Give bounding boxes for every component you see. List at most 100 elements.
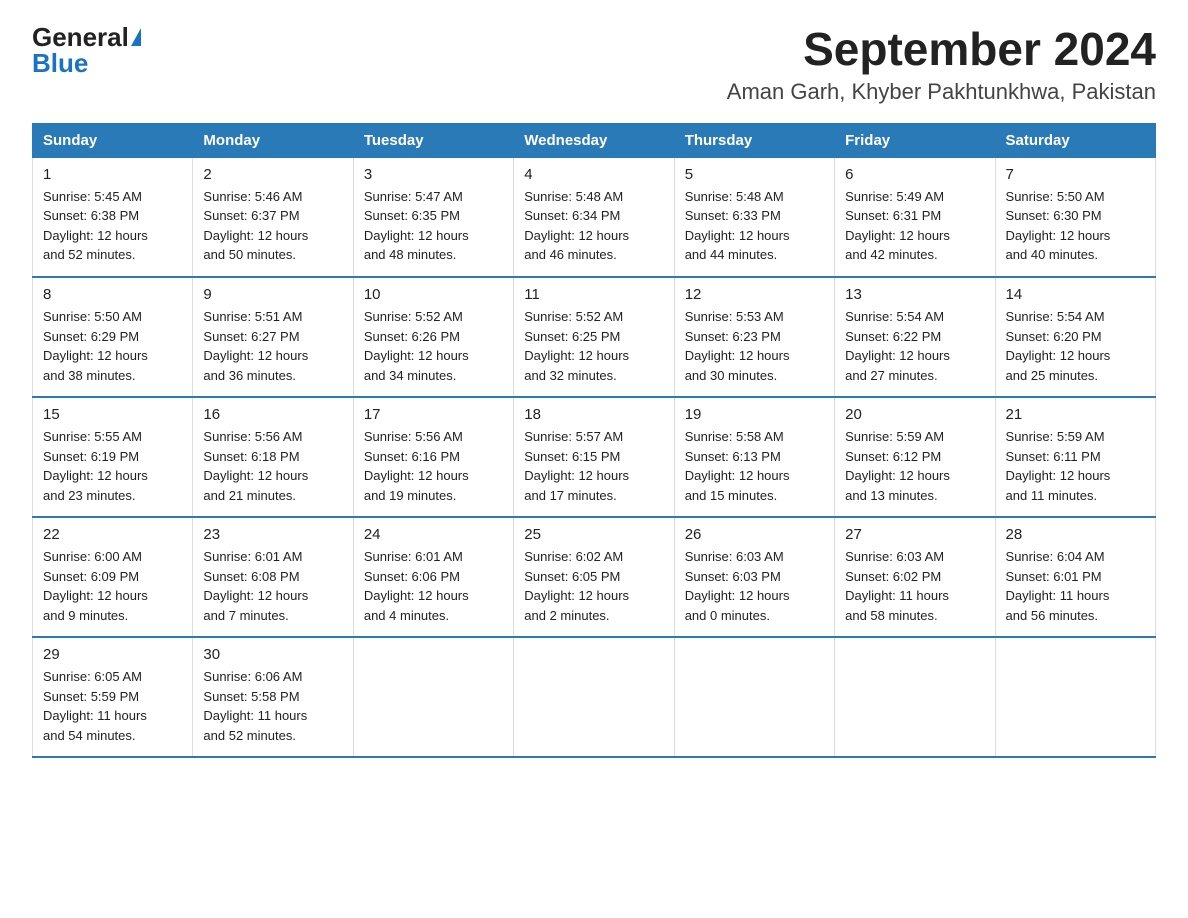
calendar-cell: 17 Sunrise: 5:56 AMSunset: 6:16 PMDaylig… — [353, 397, 513, 517]
calendar-cell: 19 Sunrise: 5:58 AMSunset: 6:13 PMDaylig… — [674, 397, 834, 517]
day-info: Sunrise: 5:59 AMSunset: 6:11 PMDaylight:… — [1006, 427, 1145, 505]
day-info: Sunrise: 5:47 AMSunset: 6:35 PMDaylight:… — [364, 187, 503, 265]
col-sunday: Sunday — [33, 123, 193, 157]
day-number: 23 — [203, 526, 342, 543]
calendar-cell: 29 Sunrise: 6:05 AMSunset: 5:59 PMDaylig… — [33, 637, 193, 757]
day-number: 20 — [845, 406, 984, 423]
calendar-week-row: 8 Sunrise: 5:50 AMSunset: 6:29 PMDayligh… — [33, 277, 1156, 397]
calendar-cell: 24 Sunrise: 6:01 AMSunset: 6:06 PMDaylig… — [353, 517, 513, 637]
day-info: Sunrise: 5:54 AMSunset: 6:20 PMDaylight:… — [1006, 307, 1145, 385]
day-number: 22 — [43, 526, 182, 543]
col-saturday: Saturday — [995, 123, 1155, 157]
calendar-cell: 10 Sunrise: 5:52 AMSunset: 6:26 PMDaylig… — [353, 277, 513, 397]
day-number: 4 — [524, 166, 663, 183]
day-info: Sunrise: 5:46 AMSunset: 6:37 PMDaylight:… — [203, 187, 342, 265]
calendar-cell — [835, 637, 995, 757]
calendar-cell: 6 Sunrise: 5:49 AMSunset: 6:31 PMDayligh… — [835, 157, 995, 277]
logo-blue: Blue — [32, 50, 88, 76]
day-number: 17 — [364, 406, 503, 423]
day-number: 8 — [43, 286, 182, 303]
calendar-cell — [995, 637, 1155, 757]
calendar-cell: 2 Sunrise: 5:46 AMSunset: 6:37 PMDayligh… — [193, 157, 353, 277]
day-info: Sunrise: 5:58 AMSunset: 6:13 PMDaylight:… — [685, 427, 824, 505]
day-info: Sunrise: 5:48 AMSunset: 6:34 PMDaylight:… — [524, 187, 663, 265]
calendar-cell: 8 Sunrise: 5:50 AMSunset: 6:29 PMDayligh… — [33, 277, 193, 397]
day-number: 21 — [1006, 406, 1145, 423]
day-info: Sunrise: 6:03 AMSunset: 6:02 PMDaylight:… — [845, 547, 984, 625]
day-info: Sunrise: 6:02 AMSunset: 6:05 PMDaylight:… — [524, 547, 663, 625]
calendar-cell: 3 Sunrise: 5:47 AMSunset: 6:35 PMDayligh… — [353, 157, 513, 277]
day-number: 15 — [43, 406, 182, 423]
calendar-cell: 12 Sunrise: 5:53 AMSunset: 6:23 PMDaylig… — [674, 277, 834, 397]
day-number: 18 — [524, 406, 663, 423]
day-info: Sunrise: 5:50 AMSunset: 6:30 PMDaylight:… — [1006, 187, 1145, 265]
day-info: Sunrise: 5:59 AMSunset: 6:12 PMDaylight:… — [845, 427, 984, 505]
calendar-cell: 23 Sunrise: 6:01 AMSunset: 6:08 PMDaylig… — [193, 517, 353, 637]
calendar-cell: 27 Sunrise: 6:03 AMSunset: 6:02 PMDaylig… — [835, 517, 995, 637]
col-thursday: Thursday — [674, 123, 834, 157]
day-number: 13 — [845, 286, 984, 303]
col-tuesday: Tuesday — [353, 123, 513, 157]
calendar-cell: 15 Sunrise: 5:55 AMSunset: 6:19 PMDaylig… — [33, 397, 193, 517]
day-info: Sunrise: 6:01 AMSunset: 6:08 PMDaylight:… — [203, 547, 342, 625]
logo: General Blue — [32, 24, 141, 76]
day-number: 29 — [43, 646, 182, 663]
calendar-cell: 18 Sunrise: 5:57 AMSunset: 6:15 PMDaylig… — [514, 397, 674, 517]
day-info: Sunrise: 5:56 AMSunset: 6:18 PMDaylight:… — [203, 427, 342, 505]
day-info: Sunrise: 5:50 AMSunset: 6:29 PMDaylight:… — [43, 307, 182, 385]
calendar-cell: 28 Sunrise: 6:04 AMSunset: 6:01 PMDaylig… — [995, 517, 1155, 637]
day-info: Sunrise: 5:49 AMSunset: 6:31 PMDaylight:… — [845, 187, 984, 265]
title-block: September 2024 Aman Garh, Khyber Pakhtun… — [727, 24, 1156, 105]
day-info: Sunrise: 6:05 AMSunset: 5:59 PMDaylight:… — [43, 667, 182, 745]
page-header: General Blue September 2024 Aman Garh, K… — [32, 24, 1156, 105]
day-info: Sunrise: 5:48 AMSunset: 6:33 PMDaylight:… — [685, 187, 824, 265]
calendar-cell: 11 Sunrise: 5:52 AMSunset: 6:25 PMDaylig… — [514, 277, 674, 397]
calendar-cell: 16 Sunrise: 5:56 AMSunset: 6:18 PMDaylig… — [193, 397, 353, 517]
logo-arrow-icon — [131, 28, 141, 46]
calendar-cell: 14 Sunrise: 5:54 AMSunset: 6:20 PMDaylig… — [995, 277, 1155, 397]
calendar-cell: 30 Sunrise: 6:06 AMSunset: 5:58 PMDaylig… — [193, 637, 353, 757]
day-number: 5 — [685, 166, 824, 183]
day-info: Sunrise: 5:45 AMSunset: 6:38 PMDaylight:… — [43, 187, 182, 265]
calendar-cell: 9 Sunrise: 5:51 AMSunset: 6:27 PMDayligh… — [193, 277, 353, 397]
calendar-cell: 1 Sunrise: 5:45 AMSunset: 6:38 PMDayligh… — [33, 157, 193, 277]
day-info: Sunrise: 5:52 AMSunset: 6:26 PMDaylight:… — [364, 307, 503, 385]
calendar-cell: 22 Sunrise: 6:00 AMSunset: 6:09 PMDaylig… — [33, 517, 193, 637]
calendar-week-row: 1 Sunrise: 5:45 AMSunset: 6:38 PMDayligh… — [33, 157, 1156, 277]
calendar-cell — [514, 637, 674, 757]
calendar-week-row: 29 Sunrise: 6:05 AMSunset: 5:59 PMDaylig… — [33, 637, 1156, 757]
day-info: Sunrise: 5:51 AMSunset: 6:27 PMDaylight:… — [203, 307, 342, 385]
col-friday: Friday — [835, 123, 995, 157]
day-number: 16 — [203, 406, 342, 423]
calendar-cell: 5 Sunrise: 5:48 AMSunset: 6:33 PMDayligh… — [674, 157, 834, 277]
calendar-cell: 25 Sunrise: 6:02 AMSunset: 6:05 PMDaylig… — [514, 517, 674, 637]
day-number: 11 — [524, 286, 663, 303]
calendar-cell: 7 Sunrise: 5:50 AMSunset: 6:30 PMDayligh… — [995, 157, 1155, 277]
day-number: 3 — [364, 166, 503, 183]
calendar-cell: 13 Sunrise: 5:54 AMSunset: 6:22 PMDaylig… — [835, 277, 995, 397]
day-info: Sunrise: 6:04 AMSunset: 6:01 PMDaylight:… — [1006, 547, 1145, 625]
calendar-cell — [674, 637, 834, 757]
col-wednesday: Wednesday — [514, 123, 674, 157]
calendar-cell: 21 Sunrise: 5:59 AMSunset: 6:11 PMDaylig… — [995, 397, 1155, 517]
day-info: Sunrise: 6:01 AMSunset: 6:06 PMDaylight:… — [364, 547, 503, 625]
page-subtitle: Aman Garh, Khyber Pakhtunkhwa, Pakistan — [727, 79, 1156, 105]
day-info: Sunrise: 5:52 AMSunset: 6:25 PMDaylight:… — [524, 307, 663, 385]
day-number: 30 — [203, 646, 342, 663]
day-number: 9 — [203, 286, 342, 303]
day-info: Sunrise: 5:55 AMSunset: 6:19 PMDaylight:… — [43, 427, 182, 505]
day-number: 12 — [685, 286, 824, 303]
day-number: 24 — [364, 526, 503, 543]
day-number: 19 — [685, 406, 824, 423]
calendar-header-row: Sunday Monday Tuesday Wednesday Thursday… — [33, 123, 1156, 157]
day-number: 14 — [1006, 286, 1145, 303]
day-number: 2 — [203, 166, 342, 183]
calendar-cell: 20 Sunrise: 5:59 AMSunset: 6:12 PMDaylig… — [835, 397, 995, 517]
day-number: 1 — [43, 166, 182, 183]
day-number: 7 — [1006, 166, 1145, 183]
calendar-cell — [353, 637, 513, 757]
calendar-cell: 4 Sunrise: 5:48 AMSunset: 6:34 PMDayligh… — [514, 157, 674, 277]
calendar-table: Sunday Monday Tuesday Wednesday Thursday… — [32, 123, 1156, 759]
day-number: 27 — [845, 526, 984, 543]
page-title: September 2024 — [727, 24, 1156, 75]
